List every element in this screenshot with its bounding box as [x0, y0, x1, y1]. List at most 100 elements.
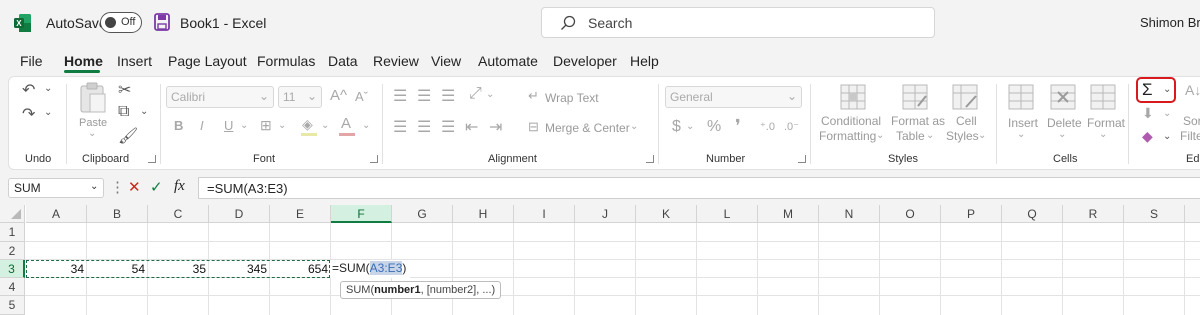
column-header-d[interactable]: D: [209, 205, 270, 223]
increase-decimal-icon[interactable]: ⁺.0: [760, 120, 775, 133]
row-header-4[interactable]: 4: [0, 278, 25, 296]
fill-color-chevron-icon[interactable]: ⌄: [321, 120, 329, 131]
underline-button[interactable]: U: [224, 118, 233, 133]
bold-button[interactable]: B: [174, 118, 183, 133]
formula-input[interactable]: =SUM(A3:E3): [198, 177, 1200, 199]
row-header-5[interactable]: 5: [0, 296, 25, 315]
orientation-icon[interactable]: ⤢: [469, 85, 482, 103]
align-bottom-icon[interactable]: ☰: [441, 86, 455, 106]
name-box-chevron-icon[interactable]: ⌄: [90, 181, 98, 192]
underline-chevron-icon[interactable]: ⌄: [240, 120, 248, 131]
column-header-b[interactable]: B: [87, 205, 148, 223]
column-header-a[interactable]: A: [26, 205, 87, 223]
wrap-text-label[interactable]: Wrap Text: [545, 91, 599, 105]
column-header-t[interactable]: [1185, 205, 1200, 223]
comma-style-icon[interactable]: ❜: [735, 116, 741, 137]
tab-automate[interactable]: Automate: [478, 53, 538, 69]
insert-cells-icon[interactable]: [1008, 84, 1034, 110]
borders-icon[interactable]: ⊞: [260, 117, 272, 134]
number-format-combo[interactable]: General ⌄: [665, 86, 802, 108]
alignment-launcher-icon[interactable]: [646, 155, 654, 163]
italic-button[interactable]: I: [200, 118, 204, 133]
merge-center-icon[interactable]: ⊟: [528, 119, 539, 135]
column-header-l[interactable]: L: [697, 205, 758, 223]
decrease-font-size-icon[interactable]: Aˇ: [355, 89, 368, 104]
fill-chevron-icon[interactable]: ⌄: [1163, 108, 1171, 119]
tab-help[interactable]: Help: [630, 53, 659, 69]
currency-button[interactable]: $: [672, 118, 681, 136]
align-top-icon[interactable]: ☰: [393, 86, 407, 106]
tab-page-layout[interactable]: Page Layout: [168, 53, 247, 69]
search-box[interactable]: Search: [541, 7, 935, 38]
redo-icon[interactable]: ↷: [22, 104, 35, 124]
column-header-k[interactable]: K: [636, 205, 697, 223]
row-header-1[interactable]: 1: [0, 223, 25, 242]
decrease-indent-icon[interactable]: ⇤: [465, 117, 478, 137]
column-header-s[interactable]: S: [1124, 205, 1185, 223]
clear-icon[interactable]: ◆: [1142, 128, 1153, 145]
format-painter-icon[interactable]: 🖌: [118, 126, 138, 146]
font-name-combo[interactable]: Calibri ⌄: [166, 86, 274, 108]
tab-data[interactable]: Data: [328, 53, 358, 69]
autosave-toggle[interactable]: Off: [100, 12, 142, 33]
column-header-o[interactable]: O: [880, 205, 941, 223]
function-argument-tooltip[interactable]: SUM(number1, [number2], ...): [340, 281, 502, 299]
delete-cells-icon[interactable]: [1050, 84, 1076, 110]
font-size-combo[interactable]: 11 ⌄: [278, 86, 322, 108]
borders-chevron-icon[interactable]: ⌄: [278, 120, 286, 131]
insert-function-button[interactable]: fx: [174, 178, 185, 195]
cell-styles-icon[interactable]: [952, 84, 978, 110]
column-header-r[interactable]: R: [1063, 205, 1124, 223]
more-options-icon[interactable]: ⋮: [110, 178, 125, 196]
fill-color-icon[interactable]: ◈: [302, 116, 313, 133]
tab-home[interactable]: Home: [64, 53, 103, 69]
fill-icon[interactable]: ⬇: [1142, 105, 1154, 122]
merge-center-chevron-icon[interactable]: ⌄: [630, 121, 638, 132]
column-header-m[interactable]: M: [758, 205, 819, 223]
user-name[interactable]: Shimon Bra: [1140, 15, 1200, 30]
clear-chevron-icon[interactable]: ⌄: [1163, 131, 1171, 142]
tab-review[interactable]: Review: [373, 53, 419, 69]
copy-chevron-icon[interactable]: ⌄: [140, 106, 148, 117]
column-header-e[interactable]: E: [270, 205, 331, 223]
tab-insert[interactable]: Insert: [117, 53, 152, 69]
autosum-chevron-icon[interactable]: ⌄: [1163, 84, 1171, 95]
autosum-icon[interactable]: Σ: [1142, 80, 1153, 100]
column-header-f[interactable]: F: [331, 205, 392, 223]
conditional-formatting-icon[interactable]: [840, 84, 866, 110]
align-center-icon[interactable]: ☰: [417, 117, 431, 137]
align-left-icon[interactable]: ☰: [393, 117, 407, 137]
paste-icon[interactable]: [78, 82, 108, 114]
save-icon[interactable]: [154, 13, 170, 31]
tab-developer[interactable]: Developer: [553, 53, 617, 69]
column-header-n[interactable]: N: [819, 205, 880, 223]
column-header-q[interactable]: Q: [1002, 205, 1063, 223]
format-cells-icon[interactable]: [1090, 84, 1116, 110]
undo-dropdown-chevron-icon[interactable]: ⌄: [44, 83, 52, 94]
merge-center-label[interactable]: Merge & Center: [545, 121, 630, 135]
clipboard-launcher-icon[interactable]: [148, 155, 156, 163]
copy-icon[interactable]: ⧉: [118, 103, 129, 121]
column-header-j[interactable]: J: [575, 205, 636, 223]
wrap-text-icon[interactable]: ↵: [528, 88, 539, 104]
column-header-h[interactable]: H: [453, 205, 514, 223]
orientation-chevron-icon[interactable]: ⌄: [486, 89, 494, 100]
number-launcher-icon[interactable]: [798, 155, 806, 163]
row-header-2[interactable]: 2: [0, 242, 25, 260]
cut-icon[interactable]: ✂: [118, 80, 131, 100]
font-launcher-icon[interactable]: [370, 155, 378, 163]
cancel-icon[interactable]: ✕: [128, 178, 141, 196]
undo-icon[interactable]: ↶: [22, 80, 35, 100]
tab-file[interactable]: File: [20, 53, 43, 69]
font-color-icon[interactable]: A: [341, 115, 351, 132]
redo-dropdown-chevron-icon[interactable]: ⌄: [44, 107, 52, 118]
align-right-icon[interactable]: ☰: [441, 117, 455, 137]
increase-indent-icon[interactable]: ⇥: [489, 117, 502, 137]
sort-filter-icon[interactable]: A↓: [1185, 82, 1200, 98]
align-middle-icon[interactable]: ☰: [417, 86, 431, 106]
decrease-decimal-icon[interactable]: .0⁻: [784, 120, 799, 133]
column-header-i[interactable]: I: [514, 205, 575, 223]
tab-formulas[interactable]: Formulas: [257, 53, 315, 69]
enter-icon[interactable]: ✓: [150, 178, 163, 196]
row-header-3[interactable]: 3: [0, 260, 25, 278]
